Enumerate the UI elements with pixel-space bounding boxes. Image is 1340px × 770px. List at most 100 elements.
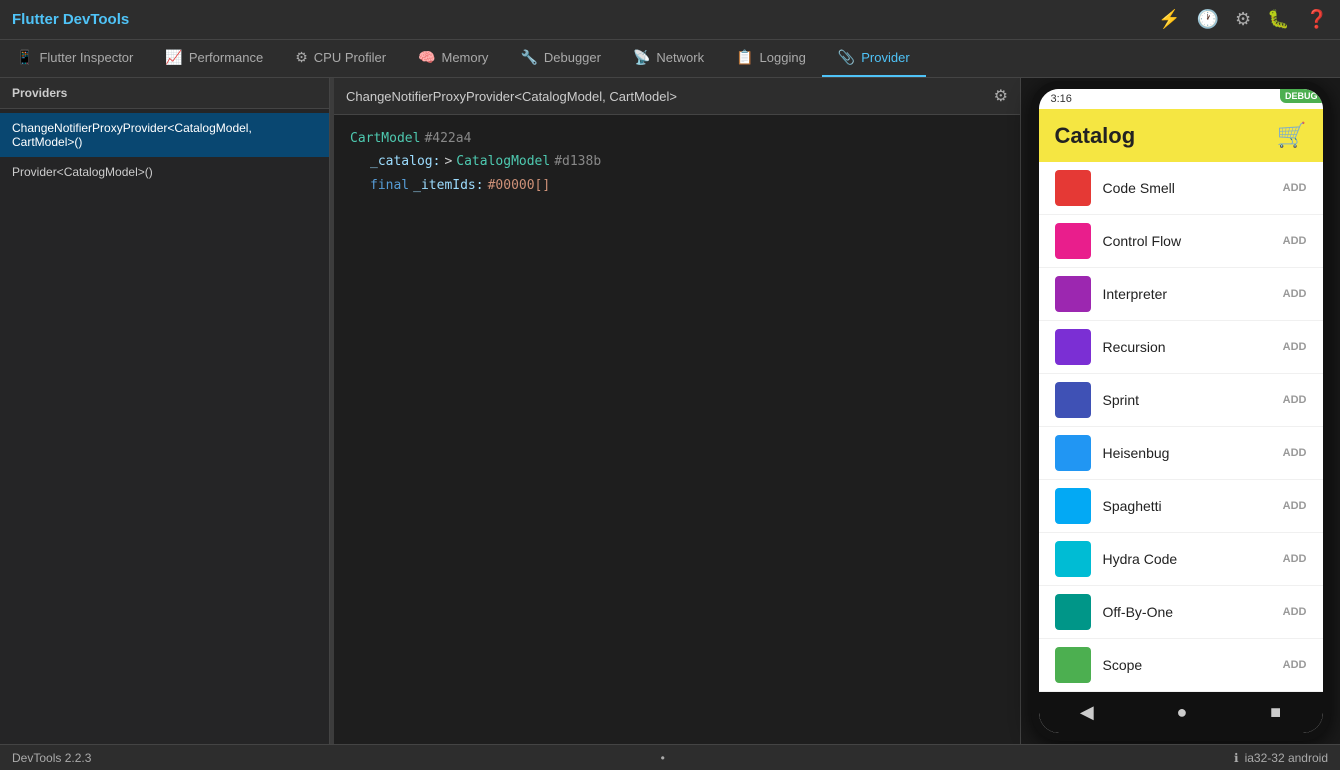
detail-title: ChangeNotifierProxyProvider<CatalogModel… (346, 89, 677, 104)
code-item-ids-value: #00000[] (488, 174, 551, 197)
phone-add-button[interactable]: ADD (1283, 182, 1307, 194)
history-icon[interactable]: 🕐 (1197, 9, 1219, 30)
phone-list-item: Control FlowADD (1039, 215, 1323, 268)
phone-list-item: InterpreterADD (1039, 268, 1323, 321)
main-content: Providers ChangeNotifierProxyProvider<Ca… (0, 78, 1340, 744)
phone-item-name: Scope (1103, 657, 1283, 673)
code-final: final (370, 174, 409, 197)
tab-provider-label: Provider (861, 50, 909, 65)
phone-list-item: SpaghettiADD (1039, 480, 1323, 533)
phone-color-swatch (1055, 488, 1091, 524)
phone-cart-icon[interactable]: 🛒 (1277, 121, 1307, 150)
phone-add-button[interactable]: ADD (1283, 288, 1307, 300)
providers-panel: Providers ChangeNotifierProxyProvider<Ca… (0, 78, 330, 744)
provider-item-1[interactable]: Provider<CatalogModel>() (0, 157, 329, 187)
tab-memory-label: Memory (441, 50, 488, 65)
phone-list-item: Hydra CodeADD (1039, 533, 1323, 586)
phone-add-button[interactable]: ADD (1283, 659, 1307, 671)
phone-color-swatch (1055, 435, 1091, 471)
code-catalog-key: _catalog: (370, 150, 440, 173)
lightning-icon[interactable]: ⚡ (1158, 9, 1180, 30)
phone-color-swatch (1055, 382, 1091, 418)
phone-item-name: Code Smell (1103, 180, 1283, 196)
tab-cpu-profiler[interactable]: ⚙ CPU Profiler (279, 40, 402, 77)
memory-icon: 🧠 (418, 49, 435, 66)
phone-add-button[interactable]: ADD (1283, 500, 1307, 512)
phone-item-name: Sprint (1103, 392, 1283, 408)
phone-list-item: SprintADD (1039, 374, 1323, 427)
phone-color-swatch (1055, 647, 1091, 683)
provider-item-0[interactable]: ChangeNotifierProxyProvider<CatalogModel… (0, 113, 329, 157)
code-catalog-model[interactable]: CatalogModel (456, 150, 550, 173)
device-label: ia32-32 android (1245, 751, 1328, 765)
debug-badge: DEBUG (1280, 89, 1323, 103)
provider-item-0-label: ChangeNotifierProxyProvider<CatalogModel… (12, 121, 252, 149)
tab-memory[interactable]: 🧠 Memory (402, 40, 504, 77)
code-arrow: > (444, 150, 452, 173)
tab-logging[interactable]: 📋 Logging (720, 40, 822, 77)
phone-home-btn[interactable]: ● (1177, 702, 1188, 723)
phone-item-name: Control Flow (1103, 233, 1283, 249)
detail-header: ChangeNotifierProxyProvider<CatalogModel… (334, 78, 1020, 115)
tab-flutter-inspector[interactable]: 📱 Flutter Inspector (0, 40, 149, 77)
phone-item-name: Interpreter (1103, 286, 1283, 302)
code-hash-1: #422a4 (424, 127, 471, 150)
settings-icon[interactable]: ⚙ (1235, 9, 1251, 30)
info-icon[interactable]: ℹ (1234, 751, 1239, 765)
network-icon: 📡 (633, 49, 650, 66)
phone-list-item: RecursionADD (1039, 321, 1323, 374)
phone-app-bar: Catalog 🛒 (1039, 109, 1323, 162)
code-hash-2: #d138b (554, 150, 601, 173)
tab-logging-label: Logging (760, 50, 806, 65)
phone-color-swatch (1055, 594, 1091, 630)
code-line-3: final _itemIds: #00000[] (350, 174, 1004, 197)
phone-item-name: Hydra Code (1103, 551, 1283, 567)
tabbar: 📱 Flutter Inspector 📈 Performance ⚙ CPU … (0, 40, 1340, 78)
phone-back-btn[interactable]: ◀ (1080, 702, 1094, 723)
code-cart-model[interactable]: CartModel (350, 127, 420, 150)
phone-list: Code SmellADDControl FlowADDInterpreterA… (1039, 162, 1323, 692)
detail-body: CartModel #422a4 _catalog: > CatalogMode… (334, 115, 1020, 744)
phone-item-name: Heisenbug (1103, 445, 1283, 461)
detail-settings-icon[interactable]: ⚙ (994, 86, 1008, 106)
phone-container: DEBUG 3:16 ⚙ ● Catalog 🛒 Code SmellADDCo… (1020, 78, 1340, 744)
provider-icon: 📎 (838, 49, 855, 66)
tab-performance[interactable]: 📈 Performance (149, 40, 279, 77)
phone-color-swatch (1055, 541, 1091, 577)
phone-list-item: Off-By-OneADD (1039, 586, 1323, 639)
tab-provider[interactable]: 📎 Provider (822, 40, 926, 77)
phone-list-item: Code SmellADD (1039, 162, 1323, 215)
tab-network[interactable]: 📡 Network (617, 40, 720, 77)
phone-add-button[interactable]: ADD (1283, 606, 1307, 618)
phone-color-swatch (1055, 276, 1091, 312)
phone-add-button[interactable]: ADD (1283, 447, 1307, 459)
tab-performance-label: Performance (189, 50, 263, 65)
phone-outer: DEBUG 3:16 ⚙ ● Catalog 🛒 Code SmellADDCo… (1031, 81, 1331, 741)
bug-icon[interactable]: 🐛 (1267, 9, 1289, 30)
tab-flutter-inspector-label: Flutter Inspector (39, 50, 133, 65)
phone-add-button[interactable]: ADD (1283, 553, 1307, 565)
flutter-inspector-icon: 📱 (16, 49, 33, 66)
phone-add-button[interactable]: ADD (1283, 394, 1307, 406)
phone-list-item: HeisenbugADD (1039, 427, 1323, 480)
phone-app-title: Catalog (1055, 123, 1136, 149)
phone-time: 3:16 (1051, 93, 1072, 105)
code-line-1: CartModel #422a4 (350, 127, 1004, 150)
tab-debugger-label: Debugger (544, 50, 601, 65)
tab-debugger[interactable]: 🔧 Debugger (504, 40, 617, 77)
statusbar: DevTools 2.2.3 • ℹ ia32-32 android (0, 744, 1340, 770)
app-title: Flutter DevTools (12, 11, 129, 28)
code-line-2: _catalog: > CatalogModel #d138b (350, 150, 1004, 173)
logging-icon: 📋 (736, 49, 753, 66)
help-icon[interactable]: ❓ (1306, 9, 1328, 30)
phone-color-swatch (1055, 170, 1091, 206)
phone-recent-btn[interactable]: ■ (1270, 702, 1281, 723)
phone-add-button[interactable]: ADD (1283, 235, 1307, 247)
providers-header: Providers (0, 78, 329, 109)
devtools-version: DevTools 2.2.3 (12, 751, 91, 765)
phone-color-swatch (1055, 223, 1091, 259)
cpu-profiler-icon: ⚙ (295, 49, 308, 66)
phone-nav-bar: ◀ ● ■ (1039, 692, 1323, 733)
phone-screen: DEBUG 3:16 ⚙ ● Catalog 🛒 Code SmellADDCo… (1039, 89, 1323, 733)
phone-add-button[interactable]: ADD (1283, 341, 1307, 353)
